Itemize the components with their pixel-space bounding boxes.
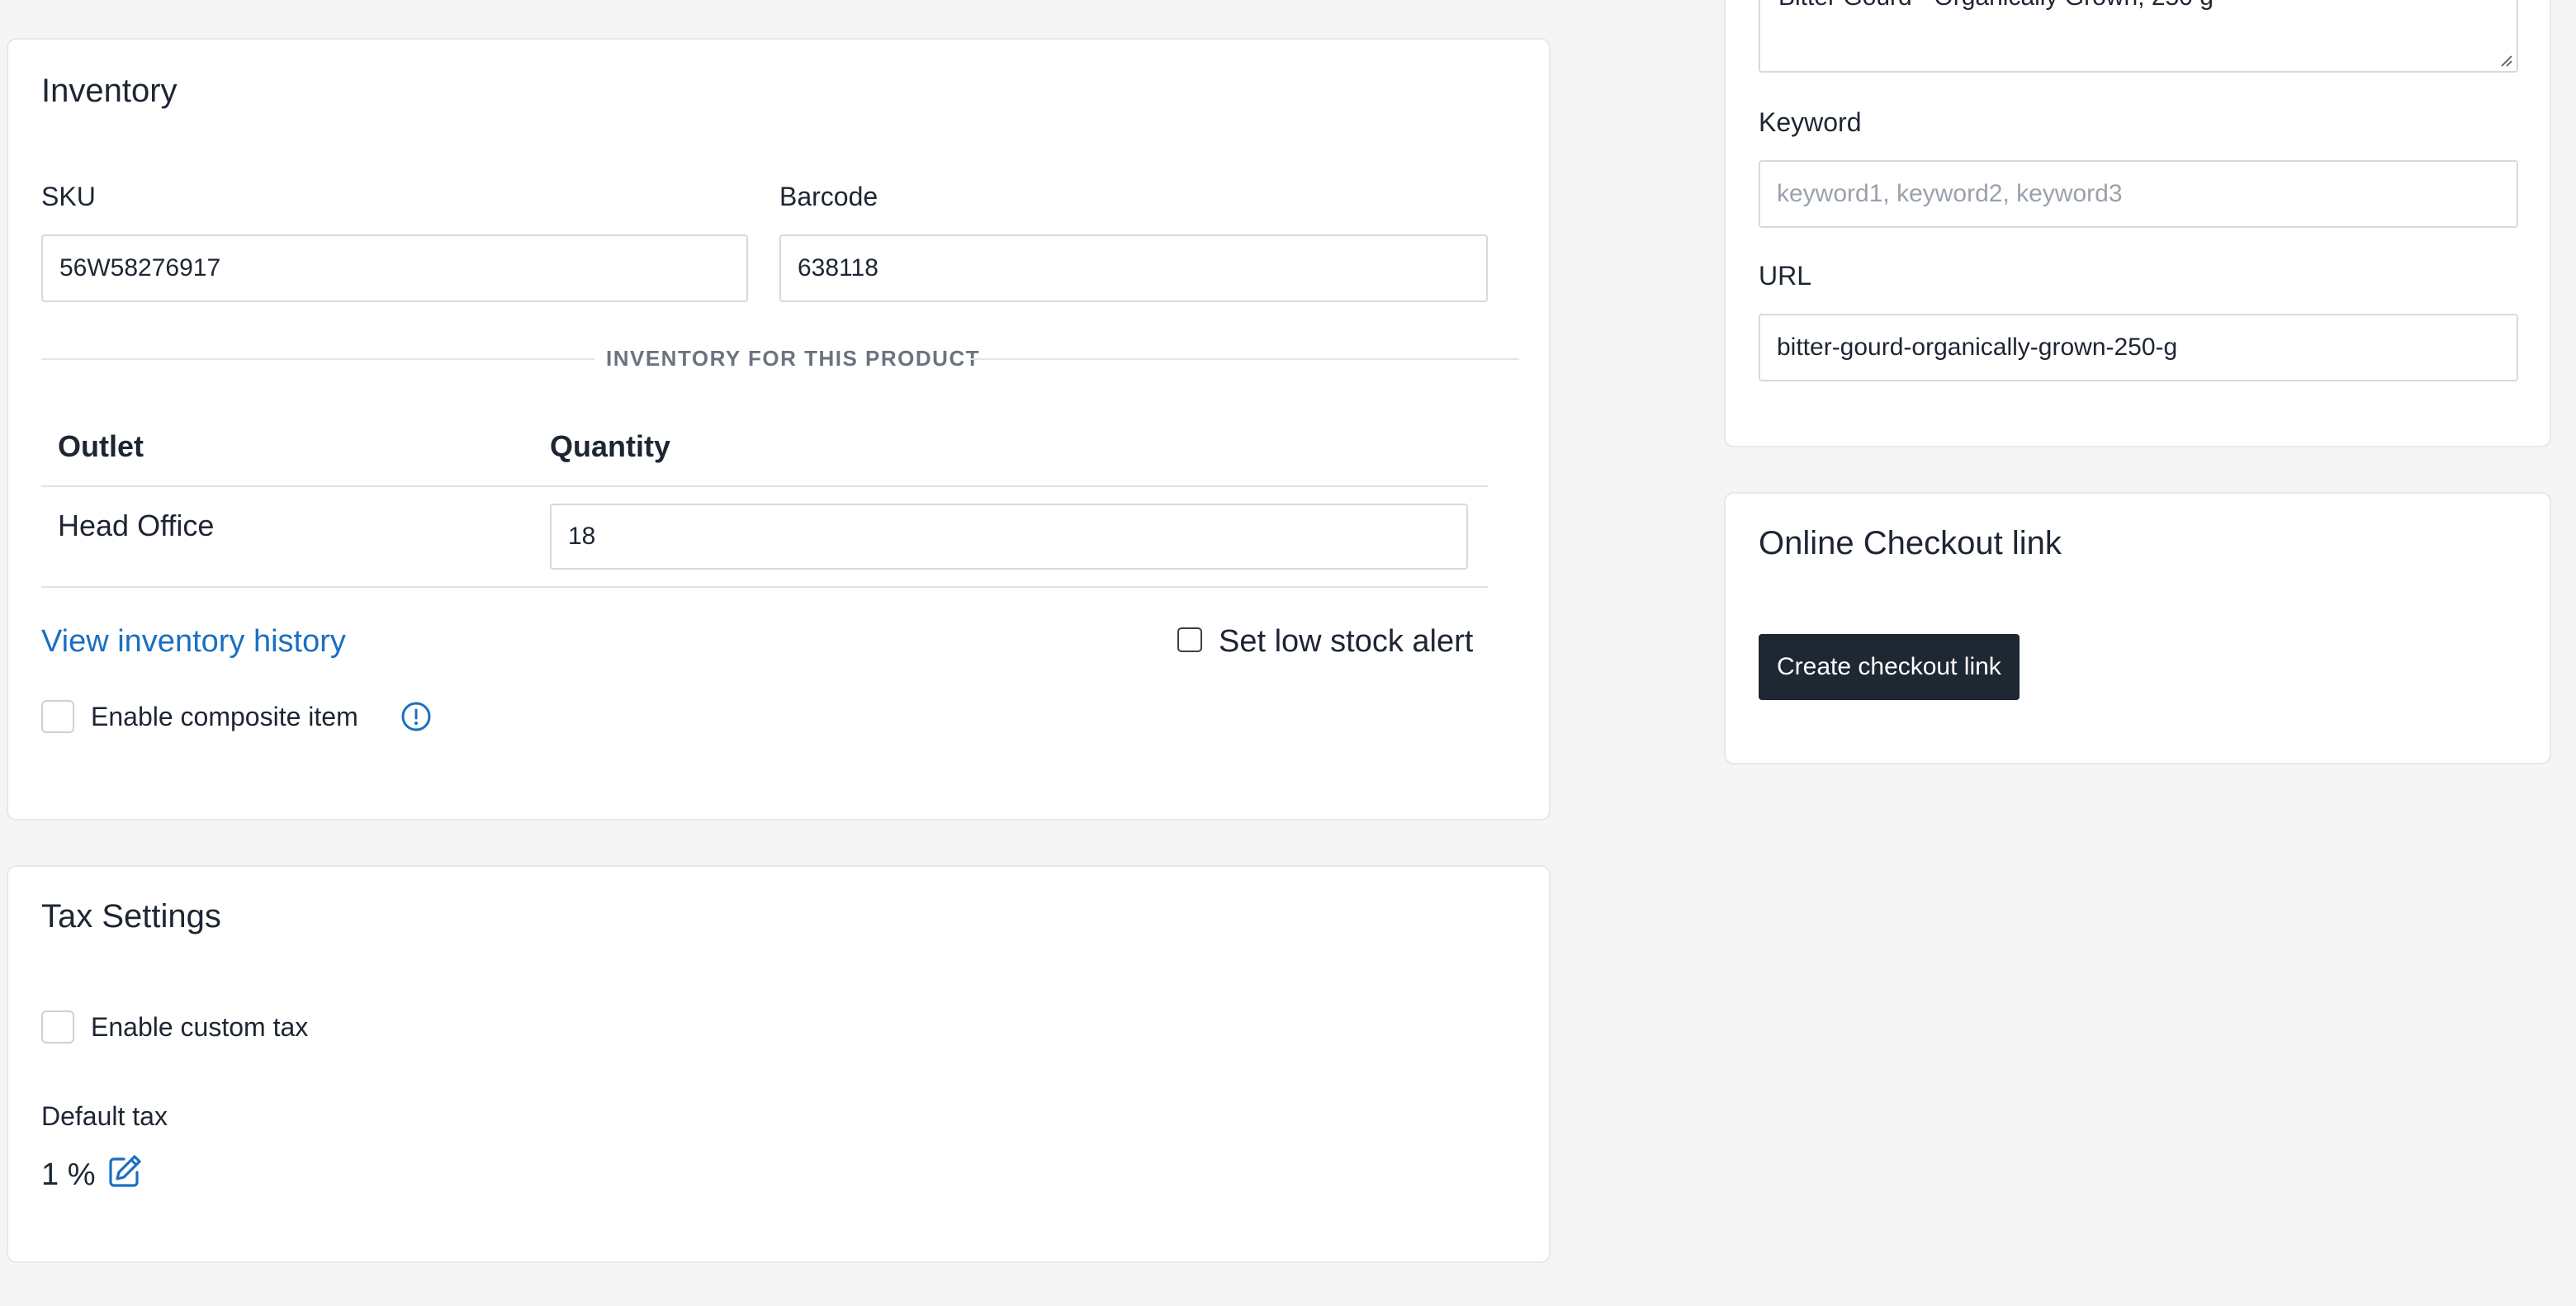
default-tax-value: 1 %	[41, 1157, 96, 1192]
composite-item-checkbox[interactable]	[41, 700, 74, 733]
low-stock-alert-label[interactable]: Set low stock alert	[1219, 624, 1473, 660]
quantity-input[interactable]	[550, 504, 1468, 570]
url-input[interactable]	[1759, 314, 2518, 381]
online-checkout-title: Online Checkout link	[1759, 525, 2062, 561]
divider-right	[971, 358, 1519, 360]
barcode-input[interactable]	[779, 234, 1488, 302]
seo-card: Bitter Gourd - Organically Grown, 250 g …	[1724, 0, 2551, 447]
sku-label: SKU	[41, 182, 96, 211]
inventory-card: Inventory SKU Barcode INVENTORY FOR THIS…	[7, 38, 1551, 821]
keyword-label: Keyword	[1759, 107, 1862, 137]
tax-settings-title: Tax Settings	[41, 898, 221, 935]
barcode-label: Barcode	[779, 182, 878, 211]
custom-tax-label[interactable]: Enable custom tax	[91, 1012, 308, 1043]
create-checkout-link-button[interactable]: Create checkout link	[1759, 634, 2020, 700]
url-label: URL	[1759, 261, 1812, 291]
inventory-title: Inventory	[41, 73, 178, 109]
outlet-column-header: Outlet	[58, 429, 144, 463]
resize-grip-icon[interactable]	[2498, 53, 2513, 68]
quantity-column-header: Quantity	[550, 429, 671, 463]
table-bottom-divider	[41, 586, 1488, 588]
low-stock-alert-checkbox[interactable]	[1177, 627, 1202, 652]
inventory-divider-text: INVENTORY FOR THIS PRODUCT	[606, 346, 981, 371]
divider-left	[41, 358, 594, 360]
online-checkout-card: Online Checkout link Create checkout lin…	[1724, 492, 2551, 764]
outlet-cell: Head Office	[58, 509, 215, 542]
edit-pencil-icon[interactable]	[106, 1152, 144, 1190]
info-circle-icon[interactable]	[400, 700, 433, 733]
default-tax-label: Default tax	[41, 1101, 168, 1131]
view-inventory-history-link[interactable]: View inventory history	[41, 624, 346, 660]
sku-input[interactable]	[41, 234, 748, 302]
custom-tax-checkbox[interactable]	[41, 1010, 74, 1043]
tax-settings-card: Tax Settings Enable custom tax Default t…	[7, 865, 1551, 1263]
composite-item-label[interactable]: Enable composite item	[91, 702, 358, 732]
description-textarea[interactable]: Bitter Gourd - Organically Grown, 250 g	[1759, 0, 2518, 73]
table-header-divider	[41, 485, 1488, 487]
description-text: Bitter Gourd - Organically Grown, 250 g	[1778, 0, 2214, 12]
keyword-input[interactable]	[1759, 160, 2518, 228]
